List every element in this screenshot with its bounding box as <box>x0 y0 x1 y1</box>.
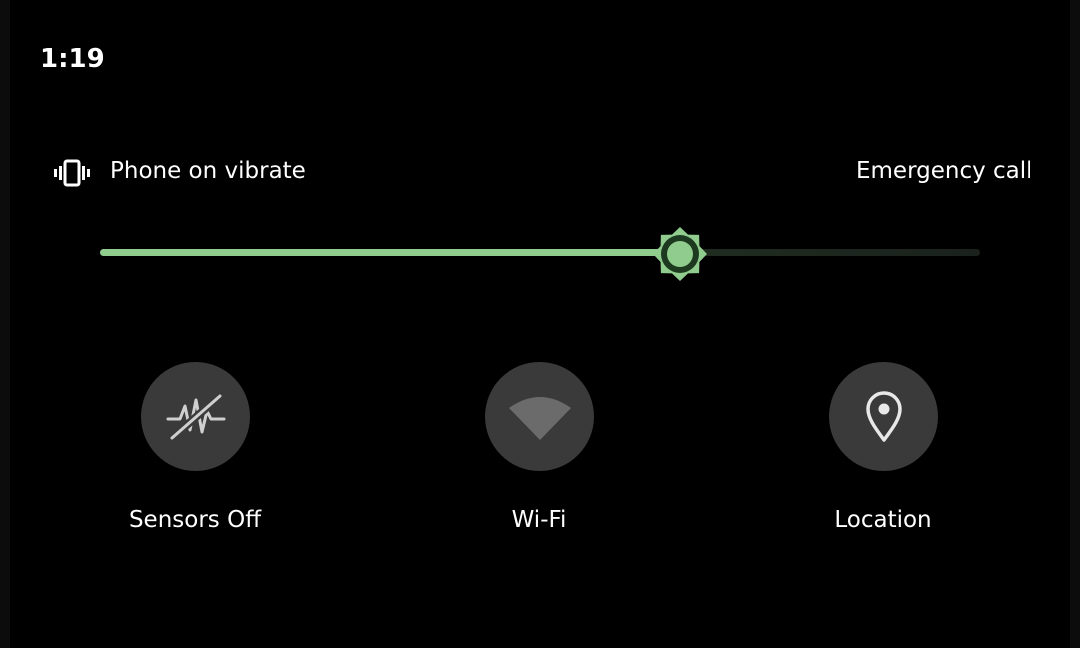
location-pin-icon <box>865 390 902 442</box>
quick-settings-header: Phone on vibrate Emergency calls <box>54 156 1030 190</box>
brightness-slider-fill <box>100 249 680 256</box>
ringer-status-text[interactable]: Phone on vibrate <box>110 158 306 184</box>
brightness-slider[interactable] <box>100 226 980 282</box>
emergency-calls-clip: Emergency calls <box>856 158 1030 190</box>
tile-wifi-label: Wi-Fi <box>511 507 567 533</box>
tile-wifi-button[interactable] <box>485 362 594 471</box>
tile-wifi[interactable]: Wi-Fi <box>419 362 659 552</box>
tile-sensors-off-label: Sensors Off <box>128 507 262 533</box>
brightness-sun-icon[interactable] <box>652 226 708 282</box>
screen-edge-right <box>1070 0 1080 648</box>
vibrate-icon[interactable] <box>54 158 90 188</box>
tile-location-label: Location <box>834 507 932 533</box>
tile-sensors-off-button[interactable] <box>141 362 250 471</box>
tile-sensors-off[interactable]: Sensors Off <box>75 362 315 552</box>
quick-settings-screen: 1:19 Phone on vibrate Emergency calls Se… <box>0 0 1080 648</box>
tile-location-button[interactable] <box>829 362 938 471</box>
tile-location[interactable]: Location <box>763 362 1003 552</box>
screen-edge-left <box>0 0 10 648</box>
wifi-icon <box>508 396 571 440</box>
sensors-off-icon <box>166 392 225 441</box>
status-clock: 1:19 <box>40 44 105 74</box>
emergency-calls-text: Emergency calls <box>856 158 1030 184</box>
